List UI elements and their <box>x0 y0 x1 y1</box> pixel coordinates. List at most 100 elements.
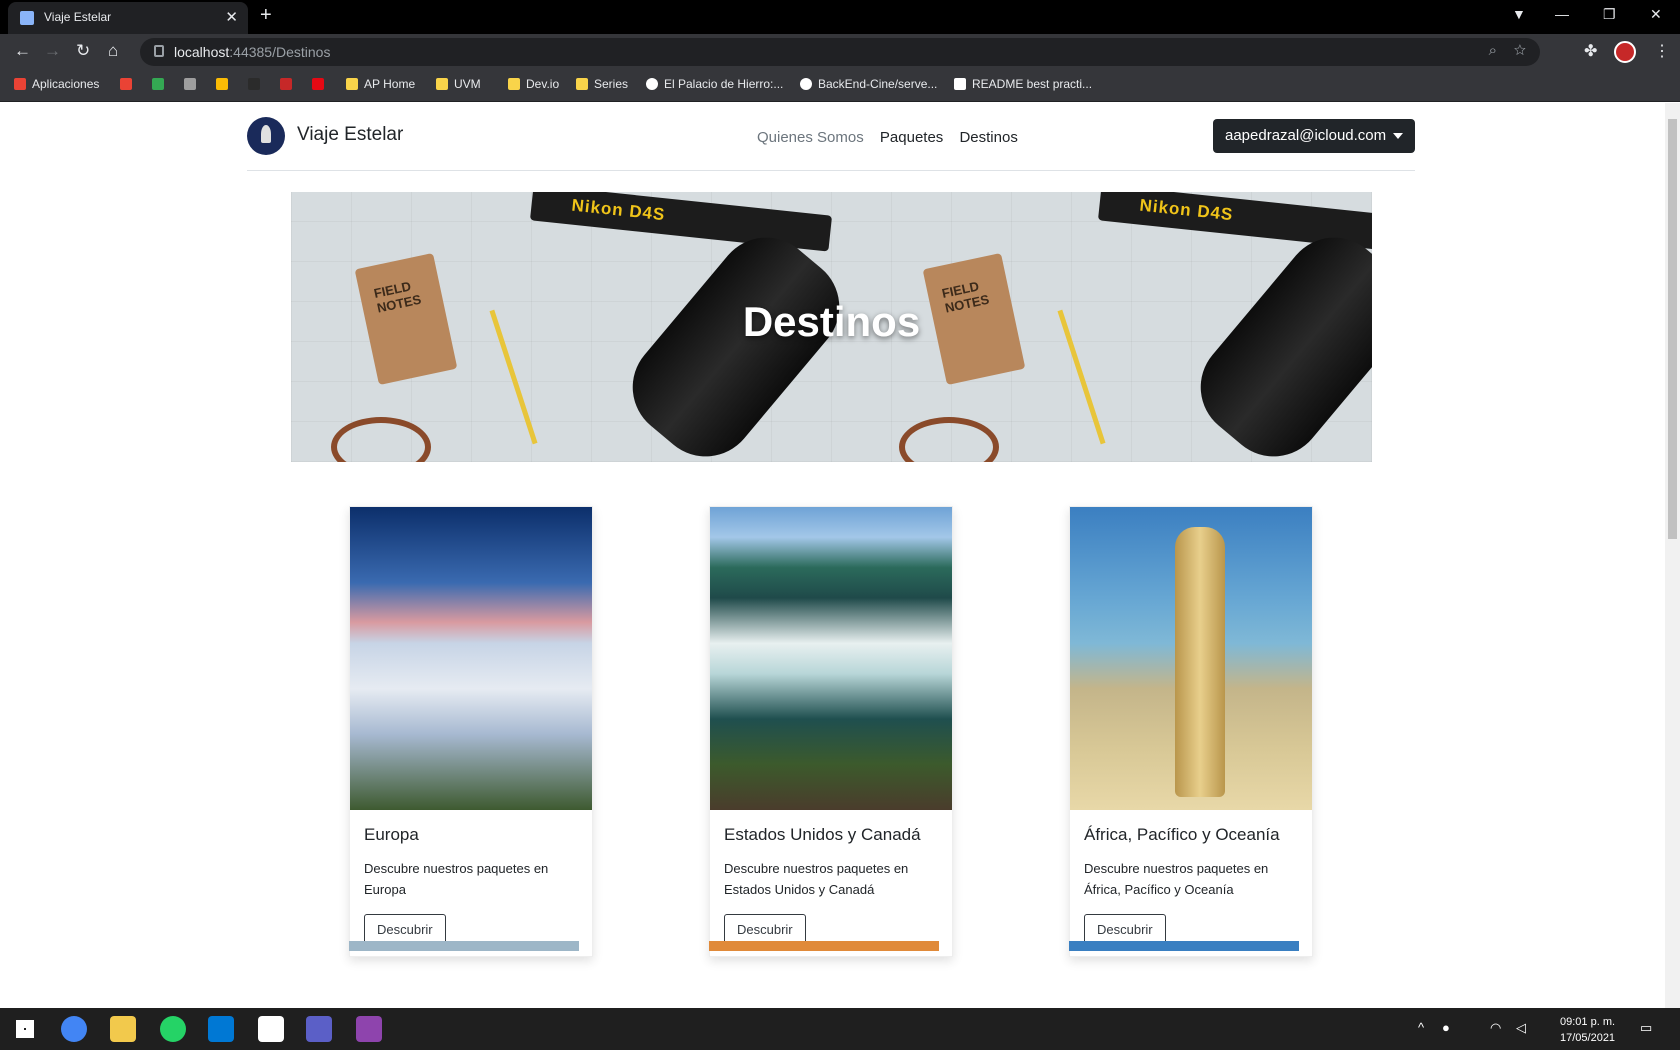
vscode-icon[interactable] <box>208 1016 234 1042</box>
folder-icon <box>436 78 448 90</box>
bookmark-readme[interactable]: README best practi... <box>954 77 1092 91</box>
extensions-icon[interactable]: ✤ <box>1584 41 1597 61</box>
folder-icon <box>346 78 358 90</box>
bookmark-ap-home[interactable]: AP Home <box>346 77 415 91</box>
leather-strap <box>899 417 999 462</box>
bookmark-label: BackEnd-Cine/serve... <box>818 77 938 91</box>
site-navbar: Viaje Estelar Quienes Somos Paquetes Des… <box>247 103 1415 171</box>
destination-card-europa: Europa Descubre nuestros paquetes en Eur… <box>349 506 593 957</box>
drive-icon[interactable] <box>152 77 170 91</box>
address-bar[interactable]: localhost:44385/Destinos ⌕ ☆ <box>140 38 1540 66</box>
profile-menu-icon[interactable]: ▼ <box>1512 6 1526 22</box>
clock-time: 09:01 p. m. <box>1560 1016 1616 1028</box>
hero-banner: Nikon D4S FIELD NOTES Nikon D4S FIELD NO… <box>291 192 1372 462</box>
microphone-icon[interactable]: ● <box>1442 1020 1450 1035</box>
nav-quienes-somos[interactable]: Quienes Somos <box>757 129 864 146</box>
home-icon[interactable]: ⌂ <box>108 41 118 61</box>
bookmark-label: UVM <box>454 77 481 91</box>
network-icon[interactable]: ◠ <box>1490 1020 1501 1036</box>
page-viewport: Viaje Estelar Quienes Somos Paquetes Des… <box>0 103 1665 1008</box>
photos-icon[interactable] <box>216 77 234 91</box>
next-card-peek <box>349 941 579 951</box>
bookmark-apps[interactable]: Aplicaciones <box>14 77 99 91</box>
bookmark-devio[interactable]: Dev.io <box>508 77 559 91</box>
bookmark-label: Series <box>594 77 629 91</box>
file-explorer-icon[interactable] <box>110 1016 136 1042</box>
close-window-icon[interactable]: ✕ <box>1650 6 1662 23</box>
reload-icon[interactable]: ↻ <box>76 41 90 61</box>
speedometer-icon[interactable] <box>280 77 298 91</box>
palacio-icon <box>646 78 658 90</box>
video-icon <box>954 78 966 90</box>
url-host: localhost <box>174 44 230 60</box>
user-email: aapedrazal@icloud.com <box>1225 127 1387 144</box>
close-tab-icon[interactable]: ✕ <box>225 8 238 26</box>
browser-toolbar: ← → ↻ ⌂ localhost:44385/Destinos ⌕ ☆ ✤ ⋮ <box>0 34 1680 70</box>
bookmark-label: El Palacio de Hierro:... <box>664 77 784 91</box>
page-favicon-icon <box>20 11 34 25</box>
user-dropdown-button[interactable]: aapedrazal@icloud.com <box>1213 119 1415 153</box>
forward-icon[interactable]: → <box>44 41 61 61</box>
card-text: Descubre nuestros paquetes en África, Pa… <box>1084 861 1269 897</box>
nav-links: Quienes Somos Paquetes Destinos <box>757 129 1030 146</box>
profile-avatar[interactable] <box>1614 41 1636 63</box>
apple-icon[interactable] <box>184 77 202 91</box>
back-icon[interactable]: ← <box>14 41 31 61</box>
url-text: localhost:44385/Destinos <box>174 44 330 60</box>
bookmark-label: AP Home <box>364 77 416 91</box>
page-scrollbar[interactable] <box>1665 103 1680 1008</box>
bookmark-label: README best practi... <box>972 77 1093 91</box>
folder-icon <box>508 78 520 90</box>
card-text: Descubre nuestros paquetes en Estados Un… <box>724 861 909 897</box>
site-brand[interactable]: Viaje Estelar <box>297 124 403 146</box>
destination-card-africa: África, Pacífico y Oceanía Descubre nues… <box>1069 506 1313 957</box>
github-icon <box>800 78 812 90</box>
caret-down-icon <box>1393 133 1403 139</box>
bookmark-backend-cine[interactable]: BackEnd-Cine/serve... <box>800 77 937 91</box>
bookmark-palacio[interactable]: El Palacio de Hierro:... <box>646 77 783 91</box>
card-title: África, Pacífico y Oceanía <box>1084 825 1280 844</box>
bookmark-star-icon[interactable]: ☆ <box>1514 42 1526 59</box>
statue <box>1175 527 1225 797</box>
bookmarks-bar: Aplicaciones AP Home UVM Dev.io Series E… <box>0 70 1680 102</box>
url-path: :44385/Destinos <box>229 44 331 60</box>
notion-icon[interactable] <box>258 1016 284 1042</box>
card-image <box>1070 507 1312 810</box>
taskbar-clock[interactable]: 09:01 p. m. 17/05/2021 <box>1560 1014 1615 1046</box>
windows-start-icon[interactable] <box>16 1020 34 1038</box>
whatsapp-icon[interactable] <box>160 1016 186 1042</box>
card-text: Descubre nuestros paquetes en Europa <box>364 861 549 897</box>
browser-menu-icon[interactable]: ⋮ <box>1654 41 1670 61</box>
bookmark-uvm[interactable]: UVM <box>436 77 481 91</box>
chrome-icon[interactable] <box>61 1016 87 1042</box>
tab-title: Viaje Estelar <box>44 10 112 24</box>
next-card-peek <box>709 941 939 951</box>
clock-date: 17/05/2021 <box>1560 1032 1616 1044</box>
gmail-icon[interactable] <box>120 77 138 91</box>
restore-icon[interactable]: ❐ <box>1603 6 1616 23</box>
zoom-icon[interactable]: ⌕ <box>1489 42 1497 59</box>
nav-paquetes[interactable]: Paquetes <box>880 129 943 146</box>
destination-card-usa-canada: Estados Unidos y Canadá Descubre nuestro… <box>709 506 953 957</box>
teams-icon[interactable] <box>306 1016 332 1042</box>
folder-icon <box>576 78 588 90</box>
github-dark-icon[interactable] <box>248 77 266 91</box>
bookmark-label: Aplicaciones <box>32 77 100 91</box>
card-image <box>350 507 592 810</box>
rocket-logo-icon[interactable] <box>247 117 285 155</box>
next-card-peek <box>1069 941 1299 951</box>
bookmark-series[interactable]: Series <box>576 77 628 91</box>
tray-chevron-icon[interactable]: ^ <box>1418 1020 1424 1035</box>
visual-studio-icon[interactable] <box>356 1016 382 1042</box>
new-tab-icon[interactable]: + <box>260 4 272 27</box>
browser-tab[interactable]: Viaje Estelar ✕ <box>8 2 248 34</box>
minimize-icon[interactable]: — <box>1555 6 1569 22</box>
scroll-thumb[interactable] <box>1668 119 1677 539</box>
volume-icon[interactable]: ◁ <box>1516 1020 1526 1036</box>
hero-title: Destinos <box>742 298 921 345</box>
notifications-icon[interactable]: ▭ <box>1640 1020 1652 1036</box>
netflix-icon[interactable] <box>312 77 330 91</box>
browser-tabstrip: Viaje Estelar ✕ + ▼ — ❐ ✕ <box>0 0 1680 34</box>
card-title: Estados Unidos y Canadá <box>724 825 921 844</box>
nav-destinos[interactable]: Destinos <box>959 129 1017 146</box>
